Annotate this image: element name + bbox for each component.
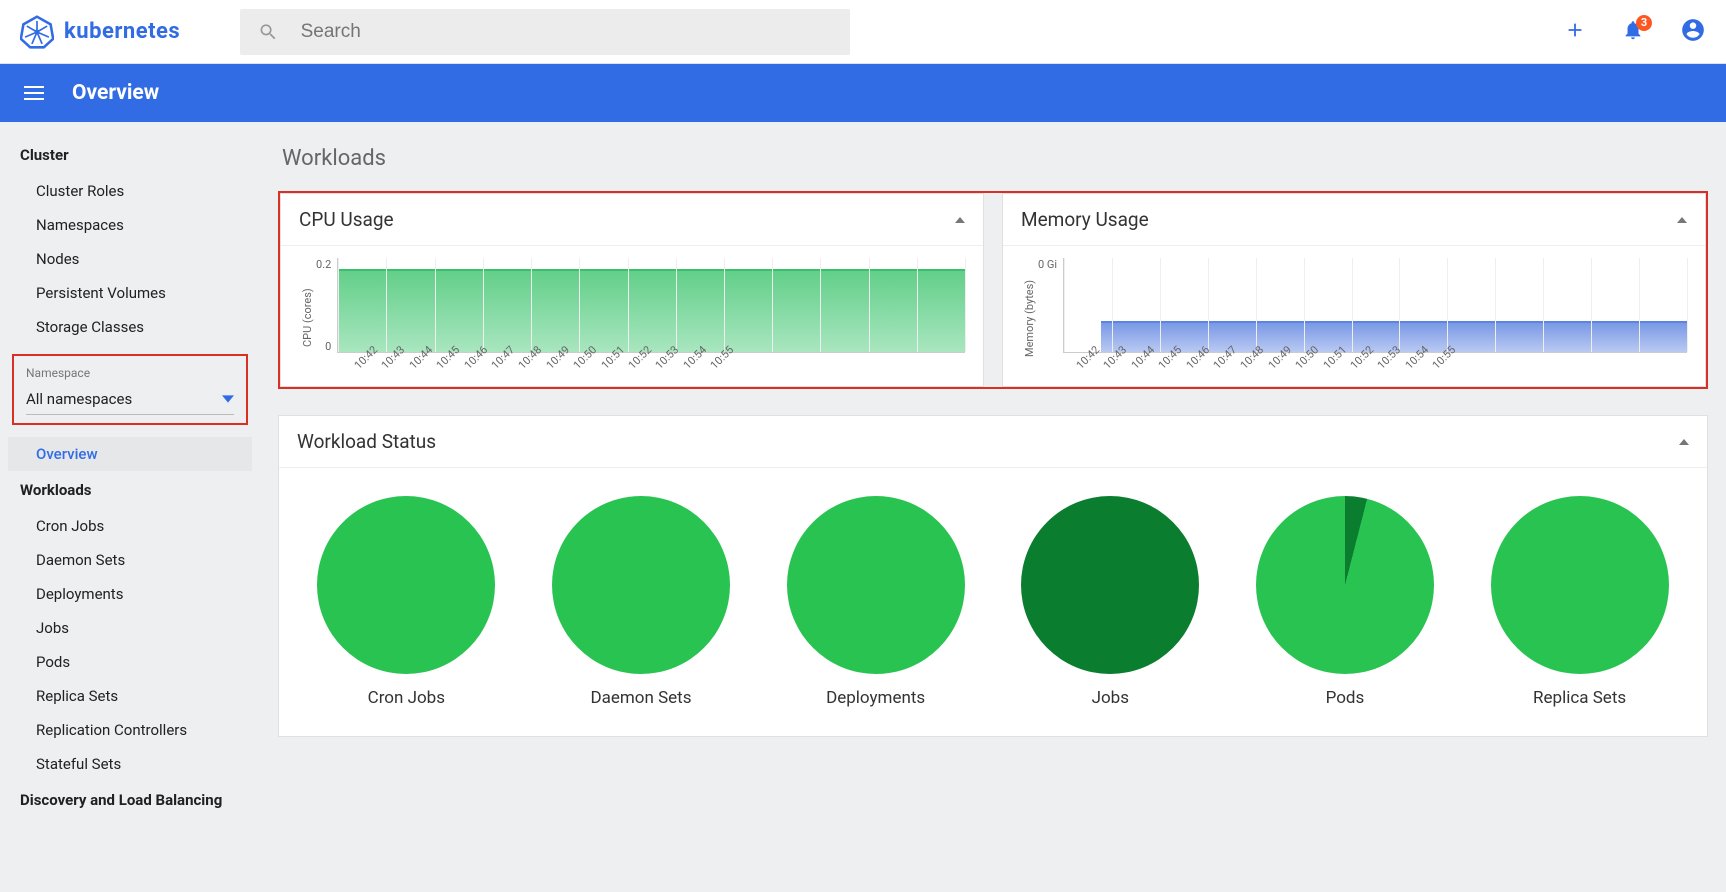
cpu-card-title: CPU Usage xyxy=(299,208,394,231)
chevron-down-icon xyxy=(222,393,234,405)
mem-yticks: 0 Gi xyxy=(1038,258,1063,353)
account-button[interactable] xyxy=(1680,17,1706,47)
sidebar-item-daemon-sets[interactable]: Daemon Sets xyxy=(8,543,252,577)
brand-text: kubernetes xyxy=(64,19,180,44)
namespace-value: All namespaces xyxy=(26,390,132,408)
status-card-title: Workload Status xyxy=(297,430,436,453)
cpu-usage-card: CPU Usage CPU (cores) 0.20 xyxy=(280,193,984,387)
pie-icon xyxy=(1491,496,1669,674)
cpu-xticks: 10:4210:4310:4410:4510:4610:4710:4810:49… xyxy=(346,353,730,378)
kubernetes-wheel-icon xyxy=(20,15,54,49)
search-box[interactable] xyxy=(240,9,850,55)
pie-icon xyxy=(552,496,730,674)
collapse-icon[interactable] xyxy=(1677,217,1687,223)
pie-icon xyxy=(1021,496,1199,674)
sidebar-item-cron-jobs[interactable]: Cron Jobs xyxy=(8,509,252,543)
cpu-yticks: 0.20 xyxy=(316,258,337,353)
section-title: Overview xyxy=(72,81,159,105)
sidebar-section-discovery: Discovery and Load Balancing xyxy=(8,781,252,819)
status-row: Cron Jobs Daemon Sets Deployments Jobs Pods R… xyxy=(279,468,1707,736)
topbar: kubernetes 3 xyxy=(0,0,1726,64)
topbar-actions: 3 xyxy=(1564,17,1706,47)
pie-icon xyxy=(787,496,965,674)
sidebar-section-cluster: Cluster xyxy=(8,136,252,174)
status-label: Pods xyxy=(1256,688,1434,708)
notifications-button[interactable]: 3 xyxy=(1622,19,1644,45)
menu-toggle[interactable] xyxy=(18,80,50,106)
sidebar-section-workloads: Workloads xyxy=(8,471,252,509)
status-label: Daemon Sets xyxy=(552,688,730,708)
collapse-icon[interactable] xyxy=(955,217,965,223)
usage-charts-row: CPU Usage CPU (cores) 0.20 xyxy=(278,191,1708,389)
mem-plot xyxy=(1063,258,1687,353)
sidebar-item-deployments[interactable]: Deployments xyxy=(8,577,252,611)
status-daemon-sets[interactable]: Daemon Sets xyxy=(552,496,730,708)
plus-icon xyxy=(1564,19,1586,41)
status-deployments[interactable]: Deployments xyxy=(787,496,965,708)
sidebar-item-storage-classes[interactable]: Storage Classes xyxy=(8,310,252,344)
sidebar: Cluster Cluster RolesNamespacesNodesPers… xyxy=(0,122,260,859)
search-icon xyxy=(258,21,278,43)
cpu-plot xyxy=(337,258,965,353)
mem-card-title: Memory Usage xyxy=(1021,208,1149,231)
collapse-icon[interactable] xyxy=(1679,439,1689,445)
status-label: Deployments xyxy=(787,688,965,708)
search-input[interactable] xyxy=(301,21,833,43)
status-replica-sets[interactable]: Replica Sets xyxy=(1491,496,1669,708)
sidebar-item-pods[interactable]: Pods xyxy=(8,645,252,679)
status-label: Cron Jobs xyxy=(317,688,495,708)
namespace-label: Namespace xyxy=(26,366,234,380)
status-cron-jobs[interactable]: Cron Jobs xyxy=(317,496,495,708)
mem-xticks: 10:4210:4310:4410:4510:4610:4710:4810:49… xyxy=(1068,353,1452,378)
section-header: Overview xyxy=(0,64,1726,122)
create-button[interactable] xyxy=(1564,19,1586,45)
sidebar-item-overview[interactable]: Overview xyxy=(8,437,252,471)
sidebar-item-jobs[interactable]: Jobs xyxy=(8,611,252,645)
status-label: Jobs xyxy=(1021,688,1199,708)
page-title: Workloads xyxy=(282,146,1708,171)
sidebar-item-nodes[interactable]: Nodes xyxy=(8,242,252,276)
account-circle-icon xyxy=(1680,17,1706,43)
status-label: Replica Sets xyxy=(1491,688,1669,708)
status-jobs[interactable]: Jobs xyxy=(1021,496,1199,708)
sidebar-item-stateful-sets[interactable]: Stateful Sets xyxy=(8,747,252,781)
cpu-ylabel: CPU (cores) xyxy=(299,258,316,378)
mem-ylabel: Memory (bytes) xyxy=(1021,258,1038,378)
main-content: Workloads CPU Usage CPU (cores) 0.20 xyxy=(260,122,1726,859)
status-pods[interactable]: Pods xyxy=(1256,496,1434,708)
sidebar-item-replica-sets[interactable]: Replica Sets xyxy=(8,679,252,713)
sidebar-item-cluster-roles[interactable]: Cluster Roles xyxy=(8,174,252,208)
namespace-dropdown[interactable]: All namespaces xyxy=(26,390,234,415)
memory-usage-card: Memory Usage Memory (bytes) 0 Gi xyxy=(1002,193,1706,387)
pie-icon xyxy=(317,496,495,674)
namespace-selector[interactable]: Namespace All namespaces xyxy=(12,354,248,425)
notification-badge: 3 xyxy=(1636,15,1652,31)
pie-icon xyxy=(1256,496,1434,674)
sidebar-item-persistent-volumes[interactable]: Persistent Volumes xyxy=(8,276,252,310)
workload-status-card: Workload Status Cron Jobs Daemon Sets Depl… xyxy=(278,415,1708,737)
sidebar-item-replication-controllers[interactable]: Replication Controllers xyxy=(8,713,252,747)
brand-logo[interactable]: kubernetes xyxy=(20,15,180,49)
sidebar-item-namespaces[interactable]: Namespaces xyxy=(8,208,252,242)
